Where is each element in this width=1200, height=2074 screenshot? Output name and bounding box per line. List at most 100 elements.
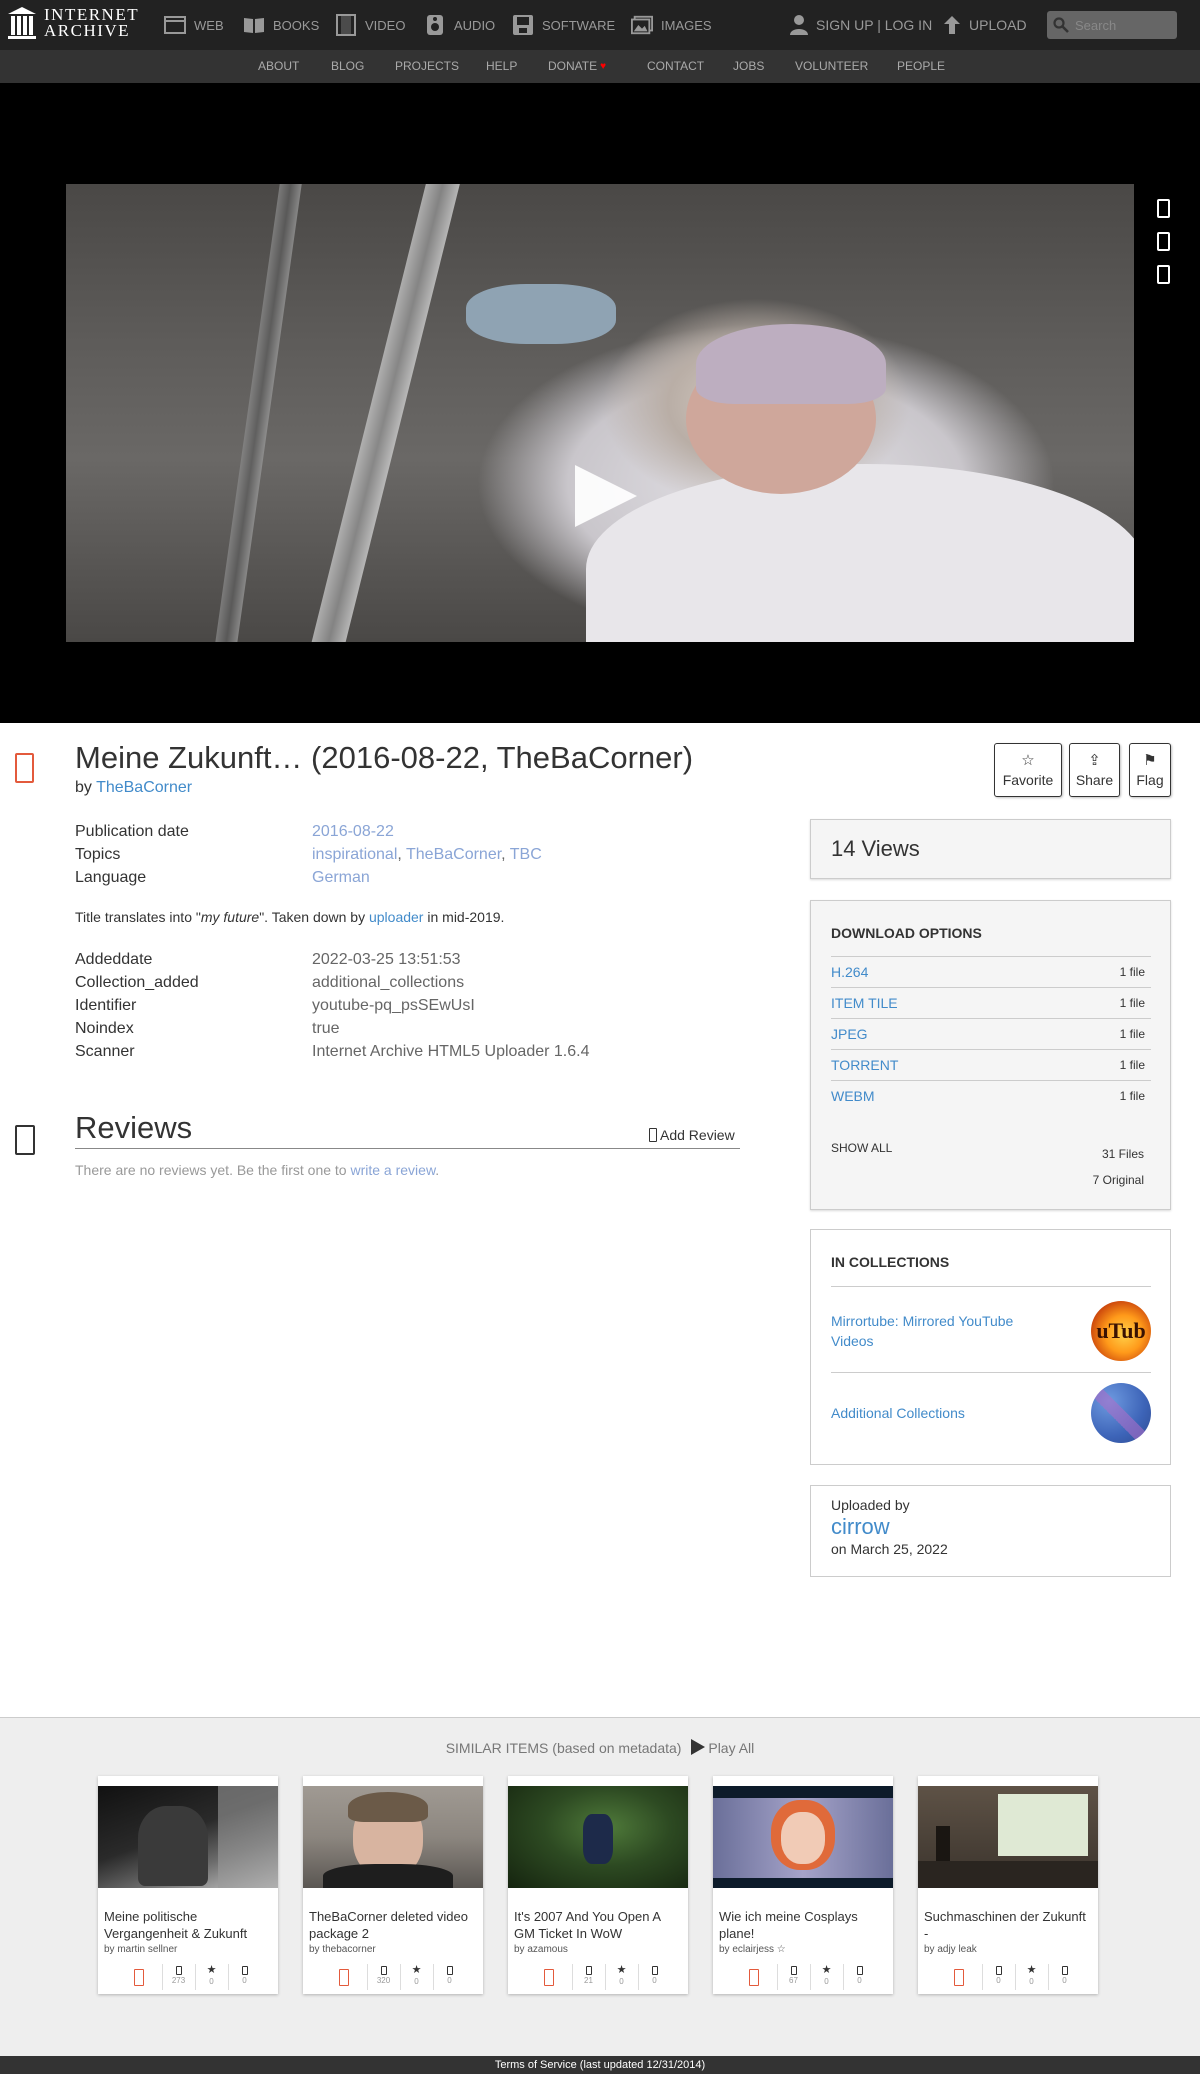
reviews-stat: 0	[842, 1964, 876, 1990]
similar-item-title: Meine politische Vergangenheit & Zukunft	[104, 1909, 248, 1941]
share-button[interactable]: ⇪ Share	[1069, 743, 1120, 797]
language-link[interactable]: German	[312, 869, 370, 886]
similar-item-tile[interactable]: Suchmaschinen der Zukunft - by adjy leak…	[918, 1776, 1098, 1994]
favorites-stat: ★ 0	[604, 1964, 638, 1990]
collection-link[interactable]: Additional Collections	[831, 1403, 1051, 1423]
metadata-key: Noindex	[75, 1020, 134, 1037]
video-view-icon[interactable]	[1157, 199, 1170, 218]
terms-of-service-link[interactable]: Terms of Service (last updated 12/31/201…	[495, 2059, 705, 2071]
play-all-button[interactable]: Play All	[685, 1739, 754, 1756]
download-format-link[interactable]: TORRENT	[831, 1057, 898, 1073]
show-all-files-link[interactable]: SHOW ALL	[831, 1141, 892, 1155]
sign-in-label: SIGN UP | LOG IN	[816, 17, 933, 33]
similar-items: SIMILAR ITEMS (based on metadata) Play A…	[0, 1717, 1200, 2056]
views-count: 320	[376, 1976, 391, 1985]
similar-item-tile[interactable]: TheBaCorner deleted video package 2 by t…	[303, 1776, 483, 1994]
download-file-count: 1 file	[1119, 965, 1145, 979]
video-theatre	[0, 83, 1200, 723]
audio-view-icon[interactable]	[1157, 232, 1170, 251]
search-input[interactable]	[1075, 17, 1167, 33]
no-reviews-text: .	[435, 1162, 440, 1178]
favorites-count: 0	[1029, 1977, 1034, 1986]
flag-button[interactable]: ⚑ Flag	[1129, 743, 1171, 797]
uploader-name-link[interactable]: cirrow	[831, 1513, 1150, 1541]
subnav-help[interactable]: HELP	[486, 50, 517, 83]
topic-link[interactable]: TheBaCorner	[406, 846, 501, 863]
reviews-icon	[241, 1966, 248, 1975]
download-format-link[interactable]: WEBM	[831, 1088, 875, 1104]
add-review-button[interactable]: Add Review	[649, 1127, 735, 1143]
favorites-count: 0	[209, 1977, 214, 1986]
books-icon	[243, 15, 265, 35]
byline: by TheBaCorner	[75, 779, 192, 797]
similar-item-title: Wie ich meine Cosplays plane!	[719, 1909, 858, 1941]
nav-images[interactable]: IMAGES	[631, 0, 712, 50]
collection-thumbnail-text: uTub	[1096, 1318, 1146, 1343]
views-icon	[175, 1966, 182, 1975]
download-format-link[interactable]: H.264	[831, 964, 868, 980]
subnav-contact[interactable]: CONTACT	[647, 50, 704, 83]
upload-label: UPLOAD	[969, 17, 1027, 33]
reviews-count: 0	[652, 1976, 657, 1985]
collection-thumbnail[interactable]	[1091, 1383, 1151, 1443]
subnav-donate-label: DONATE	[548, 59, 598, 73]
download-format-link[interactable]: JPEG	[831, 1026, 868, 1042]
play-icon[interactable]	[575, 465, 637, 527]
upload-link[interactable]: UPLOAD	[943, 0, 1027, 50]
creator-link[interactable]: TheBaCorner	[96, 779, 192, 796]
download-format-link[interactable]: ITEM TILE	[831, 995, 898, 1011]
collection-link[interactable]: Mirrortube: Mirrored YouTube Videos	[831, 1311, 1051, 1351]
list-view-icon[interactable]	[1157, 265, 1170, 284]
reviews-stat: 0	[1047, 1964, 1081, 1990]
subnav-about[interactable]: ABOUT	[258, 50, 299, 83]
reviews-stat: 0	[432, 1964, 466, 1990]
publication-date-link[interactable]: 2016-08-22	[312, 823, 394, 840]
similar-item-creator: by azamous	[514, 1944, 568, 1955]
write-review-link[interactable]: write a review	[350, 1162, 435, 1178]
similar-item-thumbnail	[303, 1786, 483, 1888]
subnav-projects[interactable]: PROJECTS	[395, 50, 459, 83]
subnav-blog[interactable]: BLOG	[331, 50, 364, 83]
topic-link[interactable]: inspirational	[312, 846, 397, 863]
similar-item-creator: by thebacorner	[309, 1944, 376, 1955]
nav-audio-label: AUDIO	[454, 17, 496, 33]
metadata-value: youtube-pq_psSEwUsI	[312, 997, 475, 1014]
subnav-donate[interactable]: DONATE ♥	[548, 50, 606, 83]
subnav-jobs[interactable]: JOBS	[733, 50, 764, 83]
separator: ,	[397, 846, 406, 863]
metadata-key: Addeddate	[75, 951, 153, 968]
nav-books-label: BOOKS	[273, 17, 320, 33]
nav-images-label: IMAGES	[661, 17, 712, 33]
web-icon	[164, 15, 186, 35]
nav-software[interactable]: SOFTWARE	[512, 0, 615, 50]
subnav-people[interactable]: PEOPLE	[897, 50, 945, 83]
reviews-icon	[446, 1966, 453, 1975]
nav-web[interactable]: WEB	[164, 0, 224, 50]
topic-link[interactable]: TBC	[510, 846, 542, 863]
upload-date: on March 25, 2022	[831, 1541, 948, 1557]
nav-books[interactable]: BOOKS	[243, 0, 319, 50]
collection-thumbnail[interactable]: uTub	[1091, 1301, 1151, 1361]
subnav-volunteer[interactable]: VOLUNTEER	[795, 50, 868, 83]
images-icon	[631, 15, 653, 35]
video-player[interactable]	[66, 184, 1134, 642]
similar-item-thumbnail	[713, 1786, 893, 1888]
internet-archive-logo[interactable]: INTERNET ARCHIVE	[8, 6, 139, 39]
favorite-button[interactable]: ☆ Favorite	[994, 743, 1062, 797]
sign-in-link[interactable]: SIGN UP | LOG IN	[790, 0, 932, 50]
favorites-count: 0	[619, 1977, 624, 1986]
similar-item-tile[interactable]: Meine politische Vergangenheit & Zukunft…	[98, 1776, 278, 1994]
similar-item-tile[interactable]: Wie ich meine Cosplays plane! by eclairj…	[713, 1776, 893, 1994]
nav-video[interactable]: VIDEO	[335, 0, 405, 50]
reviews-divider	[75, 1148, 740, 1149]
film-icon	[133, 1968, 144, 1986]
separator: ,	[501, 846, 510, 863]
nav-audio[interactable]: AUDIO	[424, 0, 495, 50]
heart-icon: ♥	[600, 61, 607, 72]
mediatype-stat	[936, 1964, 982, 1990]
search-icon	[1053, 17, 1069, 33]
uploader-link[interactable]: uploader	[369, 909, 424, 925]
similar-item-stats: 320 ★ 0 0	[303, 1964, 483, 1990]
similar-item-tile[interactable]: It's 2007 And You Open A GM Ticket In Wo…	[508, 1776, 688, 1994]
in-collections: IN COLLECTIONS Mirrortube: Mirrored YouT…	[810, 1229, 1171, 1465]
